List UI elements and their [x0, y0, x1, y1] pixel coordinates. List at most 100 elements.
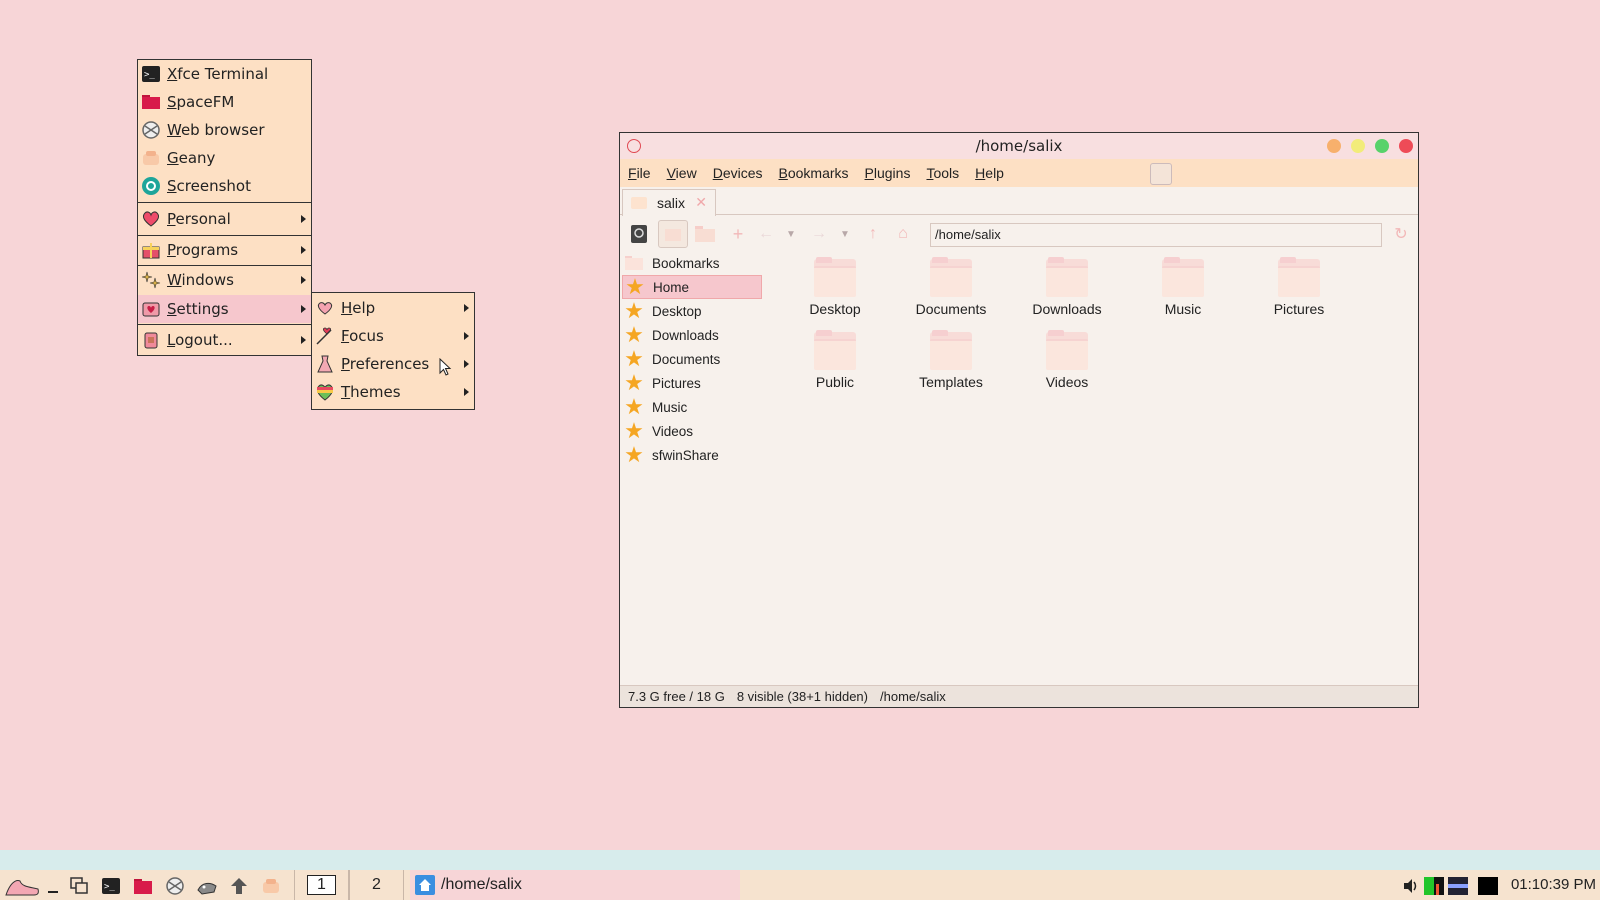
sparkles-icon — [141, 270, 161, 290]
menu-item-web-browser[interactable]: Web browser — [138, 117, 311, 143]
web-browser-icon[interactable] — [164, 875, 186, 897]
menu-file[interactable]: File — [628, 165, 651, 181]
folder-label: Public — [815, 374, 855, 390]
status-path: /home/salix — [880, 689, 946, 704]
minimize-button[interactable] — [1351, 139, 1365, 153]
star-icon: ★ — [624, 346, 644, 371]
sidebar-item-pictures[interactable]: ★ Pictures — [622, 371, 762, 395]
folder-red-icon — [141, 92, 161, 112]
task-button-label: /home/salix — [441, 876, 522, 893]
up-icon[interactable]: ↑ — [862, 223, 884, 245]
forward-icon[interactable]: → — [808, 223, 830, 245]
gift-icon — [141, 240, 161, 260]
menu-item-programs[interactable]: Programs — [138, 235, 311, 265]
folder-label: Music — [1164, 301, 1202, 317]
menu-bookmarks[interactable]: Bookmarks — [779, 165, 849, 181]
menu-item-geany[interactable]: Geany — [138, 145, 311, 171]
folder-item[interactable]: Templates — [896, 330, 1006, 390]
folder-item[interactable]: Public — [780, 330, 890, 390]
menubar-toggle-button[interactable] — [1150, 163, 1172, 185]
folder-icon — [623, 252, 645, 274]
task-button-file-manager[interactable]: /home/salix — [410, 870, 740, 900]
folder-item[interactable]: Documents — [896, 257, 1006, 317]
tab-close-icon[interactable]: ✕ — [695, 194, 707, 211]
folder-item[interactable]: Pictures — [1244, 257, 1354, 317]
folder-icon — [1046, 257, 1088, 297]
iconify-all-icon[interactable] — [42, 875, 64, 897]
heart-icon — [141, 209, 161, 229]
sidebar-item-documents[interactable]: ★ Documents — [622, 347, 762, 371]
menu-plugins[interactable]: Plugins — [865, 165, 911, 181]
folder-icon — [1162, 257, 1204, 297]
maximize-button[interactable] — [1375, 139, 1389, 153]
menu-help[interactable]: Help — [975, 165, 1004, 181]
status-free-space: 7.3 G free / 18 G — [628, 689, 725, 704]
folder-icon[interactable] — [694, 223, 716, 245]
submenu-arrow-icon — [301, 305, 306, 313]
web-browser-icon — [141, 120, 161, 140]
gimp-icon[interactable] — [196, 875, 218, 897]
forward-history-icon[interactable]: ▼ — [834, 223, 856, 245]
folder-item[interactable]: Downloads — [1012, 257, 1122, 317]
menu-view[interactable]: View — [667, 165, 697, 181]
back-history-icon[interactable]: ▼ — [780, 223, 802, 245]
terminal-icon[interactable]: >_ — [100, 875, 122, 897]
folder-item[interactable]: Desktop — [780, 257, 890, 317]
desktop-1-button[interactable]: 1 — [294, 870, 349, 900]
menu-tools[interactable]: Tools — [926, 165, 959, 181]
star-icon: ★ — [624, 322, 644, 347]
volume-icon[interactable] — [1400, 875, 1422, 897]
update-icon[interactable] — [228, 875, 250, 897]
submenu-arrow-icon — [301, 276, 306, 284]
home-folder-icon — [415, 875, 435, 895]
new-tab-icon[interactable]: + — [727, 223, 749, 245]
sidebar-item-label: Videos — [652, 423, 694, 439]
file-manager-window: /home/salix File View Devices Bookmarks … — [619, 132, 1419, 708]
menu-item-spacefm[interactable]: SpaceFM — [138, 89, 311, 115]
shoe-menu-icon[interactable] — [4, 875, 40, 897]
sidebar-item-label: Downloads — [652, 327, 719, 343]
menu-devices[interactable]: Devices — [713, 165, 763, 181]
star-icon: ★ — [624, 298, 644, 323]
menu-item-personal[interactable]: Personal — [138, 204, 311, 234]
tree-view-button[interactable] — [658, 220, 688, 248]
menu-item-xfce-terminal[interactable]: >_ Xfce Terminal — [138, 61, 311, 87]
sidebar-item-home[interactable]: ★ Home — [622, 275, 762, 299]
sidebar-item-bookmarks[interactable]: Bookmarks — [622, 251, 762, 275]
desktop-2-button[interactable]: 2 — [349, 870, 404, 900]
svg-text:>_: >_ — [104, 882, 115, 892]
window-list-icon[interactable] — [68, 875, 90, 897]
status-bar: 7.3 G free / 18 G 8 visible (38+1 hidden… — [620, 685, 1418, 707]
geany-icon[interactable] — [260, 875, 282, 897]
sidebar-item-downloads[interactable]: ★ Downloads — [622, 323, 762, 347]
menu-item-screenshot[interactable]: Screenshot — [138, 173, 311, 199]
menu-item-settings[interactable]: Settings — [138, 295, 311, 323]
folder-item[interactable]: Music — [1128, 257, 1238, 317]
status-visible-count: 8 visible (38+1 hidden) — [736, 689, 868, 704]
menu-item-themes[interactable]: Themes — [312, 378, 474, 406]
back-icon[interactable]: ← — [755, 223, 777, 245]
window-titlebar[interactable]: /home/salix — [620, 133, 1418, 159]
logout-icon — [141, 330, 161, 350]
sidebar-item-videos[interactable]: ★ Videos — [622, 419, 762, 443]
screenshot-icon — [141, 176, 161, 196]
themes-rainbow-icon — [315, 382, 335, 402]
sidebar-item-label: Music — [652, 399, 688, 415]
sidebar-item-sfwinshare[interactable]: ★ sfwinShare — [622, 443, 762, 467]
sidebar-item-music[interactable]: ★ Music — [622, 395, 762, 419]
sidebar-item-desktop[interactable]: ★ Desktop — [622, 299, 762, 323]
sidebar-item-label: Desktop — [652, 303, 702, 319]
menu-item-windows[interactable]: Windows — [138, 265, 311, 295]
folder-item[interactable]: Videos — [1012, 330, 1122, 390]
close-button[interactable] — [1399, 139, 1413, 153]
refresh-icon[interactable]: ↻ — [1390, 223, 1412, 245]
menu-item-focus[interactable]: Focus — [312, 322, 474, 350]
shade-button[interactable] — [1327, 139, 1341, 153]
home-icon[interactable]: ⌂ — [892, 223, 914, 245]
menu-item-help[interactable]: Help — [312, 294, 474, 322]
tab-salix[interactable]: salix ✕ — [622, 189, 716, 216]
search-icon[interactable] — [628, 223, 650, 245]
folder-red-icon[interactable] — [132, 875, 154, 897]
path-input[interactable]: /home/salix — [930, 223, 1382, 247]
menu-item-logout[interactable]: Logout... — [138, 325, 311, 355]
